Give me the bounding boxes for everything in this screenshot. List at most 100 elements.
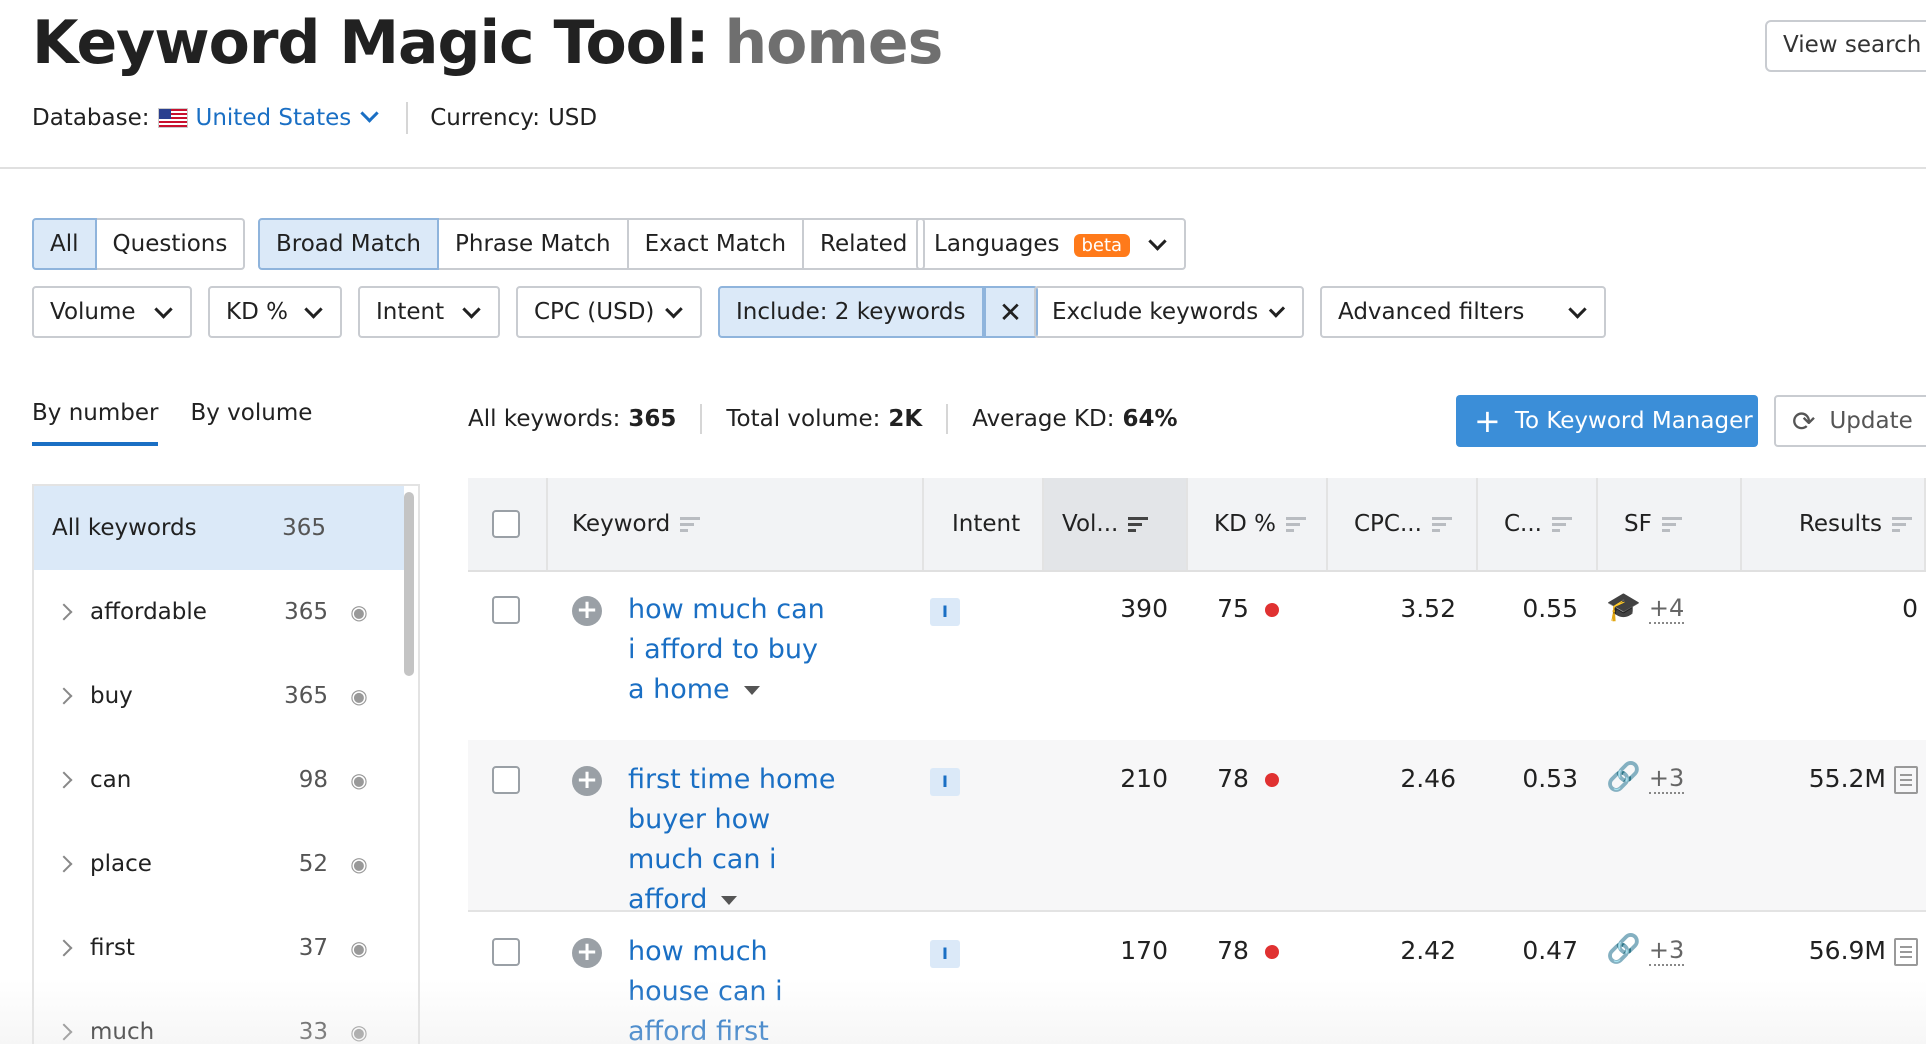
sidebar-scrollbar[interactable] <box>404 492 414 676</box>
sidebar-item[interactable]: place 52 ◉ <box>34 822 404 906</box>
column-sf[interactable]: SF <box>1598 478 1742 570</box>
column-intent[interactable]: Intent <box>924 478 1044 570</box>
intent-filter[interactable]: Intent <box>358 286 500 338</box>
tab-by-number[interactable]: By number <box>32 400 159 446</box>
cpc-value: 3.52 <box>1400 594 1456 623</box>
add-keyword-icon[interactable]: + <box>572 596 602 626</box>
refresh-icon: ⟳ <box>1792 404 1816 438</box>
eye-icon[interactable]: ◉ <box>344 1020 374 1044</box>
select-all-checkbox[interactable] <box>492 510 520 538</box>
column-volume[interactable]: Vol... <box>1044 478 1188 570</box>
row-checkbox[interactable] <box>492 938 520 966</box>
cpc-value: 2.42 <box>1400 936 1456 965</box>
results-value: 55.2M <box>1742 764 1918 794</box>
languages-dropdown[interactable]: Languages beta <box>916 218 1186 270</box>
database-selector[interactable]: United States <box>196 104 383 131</box>
sidebar-item[interactable]: can 98 ◉ <box>34 738 404 822</box>
keyword-link[interactable]: how much house can i afford first time h… <box>628 932 838 1044</box>
tab-questions[interactable]: Questions <box>96 218 246 270</box>
tab-exact-match[interactable]: Exact Match <box>628 218 805 270</box>
eye-icon[interactable]: ◉ <box>344 684 374 708</box>
exclude-filter[interactable]: Exclude keywords <box>1034 286 1304 338</box>
kd-filter[interactable]: KD % <box>208 286 342 338</box>
sidebar-item[interactable]: much 33 ◉ <box>34 990 404 1044</box>
chevron-right-icon <box>55 771 73 789</box>
sf-more-link[interactable]: +3 <box>1648 936 1685 966</box>
serp-icon[interactable] <box>1894 938 1918 966</box>
plus-icon: + <box>1474 402 1501 440</box>
tab-phrase-match[interactable]: Phrase Match <box>439 218 629 270</box>
keyword-link[interactable]: how much can i afford to buy a home <box>628 590 838 710</box>
column-kd[interactable]: KD % <box>1188 478 1328 570</box>
header-divider <box>0 167 1926 169</box>
add-keyword-icon[interactable]: + <box>572 938 602 968</box>
tab-all[interactable]: All <box>32 218 97 270</box>
column-competition[interactable]: C... <box>1478 478 1598 570</box>
table-row: + how much house can i afford first time… <box>468 912 1926 1044</box>
chevron-right-icon <box>55 687 73 705</box>
chevron-down-icon <box>1269 300 1286 318</box>
eye-icon[interactable]: ◉ <box>344 600 374 624</box>
tab-by-volume[interactable]: By volume <box>190 400 312 446</box>
sort-icon <box>1661 514 1682 535</box>
intent-badge: I <box>930 768 960 796</box>
chevron-down-icon <box>154 299 173 319</box>
eye-icon[interactable]: ◉ <box>344 936 374 960</box>
column-results[interactable]: Results <box>1742 478 1926 570</box>
sort-icon <box>1128 514 1149 535</box>
clear-include-button[interactable]: ✕ <box>983 286 1038 338</box>
sf-more-link[interactable]: +3 <box>1648 764 1685 794</box>
chevron-right-icon <box>55 603 73 621</box>
keyword-link[interactable]: first time home buyer how much can i aff… <box>628 760 838 920</box>
volume-filter[interactable]: Volume <box>32 286 192 338</box>
advanced-filters[interactable]: Advanced filters <box>1320 286 1606 338</box>
divider <box>946 404 949 434</box>
sidebar-item[interactable]: affordable 365 ◉ <box>34 570 404 654</box>
kd-dot-icon <box>1264 945 1279 959</box>
row-checkbox[interactable] <box>492 596 520 624</box>
sf-more-link[interactable]: +4 <box>1648 594 1685 624</box>
add-keyword-icon[interactable]: + <box>572 766 602 796</box>
tab-related[interactable]: Related <box>804 218 926 270</box>
currency-value: USD <box>547 105 598 131</box>
results-value: 56.9M <box>1742 936 1918 966</box>
view-search-history-button[interactable]: View search h <box>1765 20 1926 72</box>
sidebar-item[interactable]: buy 365 ◉ <box>34 654 404 738</box>
row-checkbox[interactable] <box>492 766 520 794</box>
keyword-groups-sidebar: All keywords 365 affordable 365 ◉ buy 365 ◉ … <box>32 484 420 1044</box>
caret-down-icon[interactable] <box>743 686 760 695</box>
sidebar-item[interactable]: first 37 ◉ <box>34 906 404 990</box>
sidebar-item-all-keywords[interactable]: All keywords 365 <box>34 486 404 570</box>
database-label: Database: <box>32 105 150 131</box>
to-keyword-manager-button[interactable]: + To Keyword Manager <box>1456 395 1758 447</box>
chevron-down-icon <box>360 104 379 123</box>
kd-value: 78 <box>1188 764 1308 793</box>
graduation-cap-icon: 🎓 <box>1606 590 1641 623</box>
results-value: 0 <box>1902 594 1918 623</box>
column-cpc[interactable]: CPC... <box>1328 478 1478 570</box>
column-keyword[interactable]: Keyword <box>548 478 924 570</box>
select-all-cell <box>468 478 548 570</box>
sf-cell: 🔗 +3 <box>1606 932 1685 966</box>
close-icon: ✕ <box>998 295 1023 329</box>
match-tabs: Broad Match Phrase Match Exact Match Rel… <box>258 218 926 270</box>
kd-dot-icon <box>1264 773 1279 787</box>
cpc-filter[interactable]: CPC (USD) <box>516 286 702 338</box>
include-keywords-button[interactable]: Include: 2 keywords <box>718 286 984 338</box>
eye-icon[interactable]: ◉ <box>344 768 374 792</box>
chevron-down-icon <box>304 299 323 319</box>
chevron-down-icon <box>665 300 683 318</box>
link-icon: 🔗 <box>1606 760 1641 793</box>
stats-bar: All keywords: 365 Total volume: 2K Average… <box>468 404 1178 434</box>
us-flag-icon <box>157 108 188 128</box>
query-text: homes <box>724 8 943 78</box>
update-button[interactable]: ⟳ Update <box>1774 395 1926 447</box>
eye-icon[interactable]: ◉ <box>344 852 374 876</box>
group-tabs: By number By volume <box>32 400 344 446</box>
serp-icon[interactable] <box>1894 766 1918 794</box>
caret-down-icon[interactable] <box>721 896 738 905</box>
table-row: + first time home buyer how much can i a… <box>468 740 1926 915</box>
volume-value: 170 <box>1120 936 1168 965</box>
tab-broad-match[interactable]: Broad Match <box>258 218 439 270</box>
average-kd-value: 64% <box>1122 406 1178 432</box>
